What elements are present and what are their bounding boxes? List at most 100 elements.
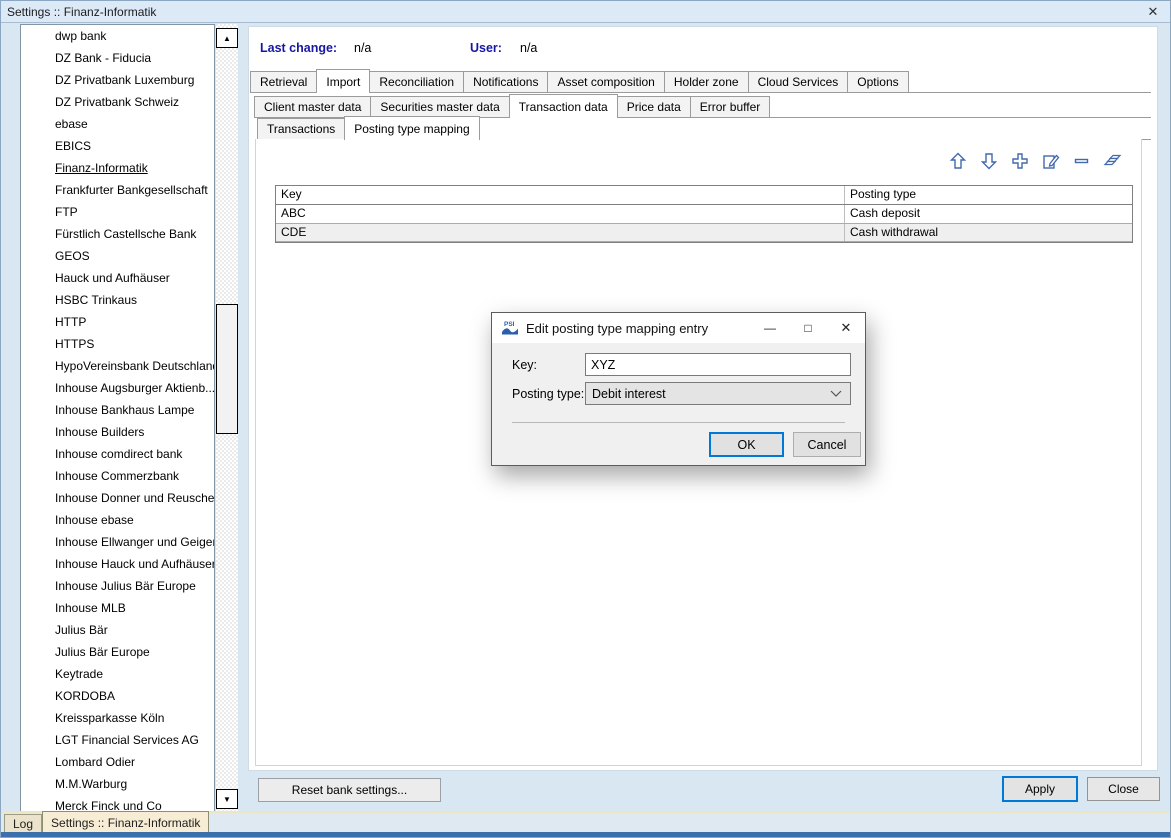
svg-text:PSI: PSI <box>504 321 515 328</box>
copy-icon[interactable] <box>1103 151 1123 171</box>
psi-app-icon: PSI <box>501 320 519 336</box>
tab-level3[interactable]: Posting type mapping <box>344 116 479 140</box>
dialog-close-icon[interactable]: ✕ <box>827 313 865 343</box>
column-header-key[interactable]: Key <box>276 186 844 204</box>
user-value: n/a <box>520 41 537 55</box>
dialog-title: Edit posting type mapping entry <box>526 321 708 336</box>
bank-list-item[interactable]: Keytrade <box>21 663 214 685</box>
tab-level1[interactable]: Options <box>847 71 908 92</box>
bank-list-item[interactable]: Julius Bär Europe <box>21 641 214 663</box>
tab-level1[interactable]: Reconciliation <box>369 71 464 92</box>
bank-list: dwp bank DZ Bank - Fiducia DZ Privatbank… <box>20 24 215 813</box>
tab-level2[interactable]: Error buffer <box>690 96 770 117</box>
scroll-down-icon[interactable]: ▼ <box>216 789 238 809</box>
ok-button[interactable]: OK <box>709 432 784 457</box>
bank-list-item[interactable]: dwp bank <box>21 25 214 47</box>
bank-list-item[interactable]: DZ Privatbank Schweiz <box>21 91 214 113</box>
table-body: ABC Cash deposit CDE Cash withdrawal <box>276 205 1132 242</box>
posting-type-dropdown[interactable]: Debit interest <box>585 382 851 405</box>
bank-list-item[interactable]: DZ Bank - Fiducia <box>21 47 214 69</box>
posting-type-selected-value: Debit interest <box>592 387 666 401</box>
bank-list-item[interactable]: Finanz-Informatik <box>21 157 214 179</box>
bank-list-item[interactable]: Inhouse Donner und Reuschel <box>21 487 214 509</box>
tabs-level1: RetrievalImportReconciliationNotificatio… <box>250 68 1151 93</box>
tab-level1[interactable]: Holder zone <box>664 71 749 92</box>
move-down-icon[interactable] <box>979 151 999 171</box>
key-label: Key: <box>512 358 537 372</box>
table-row[interactable]: CDE Cash withdrawal <box>276 223 1132 242</box>
bank-list-item[interactable]: Frankfurter Bankgesellschaft <box>21 179 214 201</box>
posting-type-mapping-table: Key Posting type ABC Cash deposit CDE Ca… <box>275 185 1133 243</box>
bank-list-item[interactable]: FTP <box>21 201 214 223</box>
bank-list-item[interactable]: Inhouse Bankhaus Lampe <box>21 399 214 421</box>
edit-icon[interactable] <box>1041 151 1061 171</box>
remove-icon[interactable] <box>1072 151 1092 171</box>
tab-level1[interactable]: Notifications <box>463 71 548 92</box>
bank-list-item[interactable]: Inhouse Ellwanger und Geiger <box>21 531 214 553</box>
bank-list-item[interactable]: M.M.Warburg <box>21 773 214 795</box>
bank-list-item[interactable]: Hauck und Aufhäuser <box>21 267 214 289</box>
bank-list-item[interactable]: HSBC Trinkaus <box>21 289 214 311</box>
tab-settings-finanz-informatik[interactable]: Settings :: Finanz-Informatik <box>42 811 209 832</box>
tab-level3[interactable]: Transactions <box>257 118 345 139</box>
window-close-icon[interactable]: ✕ <box>1142 4 1164 20</box>
bank-list-item[interactable]: Inhouse Builders <box>21 421 214 443</box>
bank-list-item[interactable]: Kreissparkasse Köln <box>21 707 214 729</box>
info-row: Last change: n/a User: n/a <box>249 41 1157 57</box>
window-titlebar: Settings :: Finanz-Informatik ✕ <box>1 1 1170 23</box>
last-change-label: Last change: <box>260 41 337 55</box>
tab-level1[interactable]: Cloud Services <box>748 71 849 92</box>
bank-list-item[interactable]: HTTP <box>21 311 214 333</box>
key-input[interactable] <box>585 353 851 376</box>
bank-list-item[interactable]: Inhouse MLB <box>21 597 214 619</box>
dialog-separator <box>512 422 845 423</box>
bank-list-item[interactable]: GEOS <box>21 245 214 267</box>
table-header-row: Key Posting type <box>276 186 1132 205</box>
bank-list-item[interactable]: LGT Financial Services AG <box>21 729 214 751</box>
bank-list-item[interactable]: Inhouse ebase <box>21 509 214 531</box>
bank-list-item[interactable]: HTTPS <box>21 333 214 355</box>
bank-list-scrollbar[interactable]: ▲ ▼ <box>216 24 238 813</box>
tab-level2[interactable]: Transaction data <box>509 94 618 118</box>
scrollbar-thumb[interactable] <box>216 304 238 434</box>
dialog-body: Key: Posting type: Debit interest OK Can… <box>492 343 865 466</box>
bank-list-item[interactable]: ebase <box>21 113 214 135</box>
bank-list-item[interactable]: DZ Privatbank Luxemburg <box>21 69 214 91</box>
cancel-button[interactable]: Cancel <box>793 432 861 457</box>
tab-level1[interactable]: Import <box>316 69 370 93</box>
dialog-maximize-icon[interactable]: □ <box>789 313 827 343</box>
bank-list-item[interactable]: Fürstlich Castellsche Bank <box>21 223 214 245</box>
tab-level2[interactable]: Securities master data <box>370 96 509 117</box>
column-header-posting-type[interactable]: Posting type <box>844 186 1132 204</box>
bottom-tabbar: Log Settings :: Finanz-Informatik <box>1 811 1170 837</box>
tab-level1[interactable]: Retrieval <box>250 71 317 92</box>
close-button[interactable]: Close <box>1087 777 1160 801</box>
settings-window: Settings :: Finanz-Informatik ✕ dwp bank… <box>0 0 1171 838</box>
bank-list-item[interactable]: Inhouse Commerzbank <box>21 465 214 487</box>
bank-list-item[interactable]: Inhouse Julius Bär Europe <box>21 575 214 597</box>
bank-list-item[interactable]: Lombard Odier <box>21 751 214 773</box>
scroll-up-icon[interactable]: ▲ <box>216 28 238 48</box>
bank-list-item[interactable]: Inhouse Hauck und Aufhäuser <box>21 553 214 575</box>
bank-list-item[interactable]: HypoVereinsbank Deutschland <box>21 355 214 377</box>
user-label: User: <box>470 41 502 55</box>
posting-type-label: Posting type: <box>512 387 584 401</box>
dialog-minimize-icon[interactable]: — <box>751 313 789 343</box>
bank-list-item[interactable]: Julius Bär <box>21 619 214 641</box>
apply-button[interactable]: Apply <box>1002 776 1078 802</box>
bank-list-item[interactable]: Inhouse Augsburger Aktienb... <box>21 377 214 399</box>
window-title: Settings :: Finanz-Informatik <box>7 5 156 19</box>
bank-list-item[interactable]: EBICS <box>21 135 214 157</box>
table-row[interactable]: ABC Cash deposit <box>276 205 1132 223</box>
tab-level2[interactable]: Client master data <box>254 96 371 117</box>
tab-level2[interactable]: Price data <box>617 96 691 117</box>
bank-list-item[interactable]: Inhouse comdirect bank <box>21 443 214 465</box>
move-up-icon[interactable] <box>948 151 968 171</box>
edit-posting-type-mapping-dialog: PSI Edit posting type mapping entry — □ … <box>491 312 866 466</box>
bank-list-item[interactable]: KORDOBA <box>21 685 214 707</box>
reset-bank-settings-button[interactable]: Reset bank settings... <box>258 778 441 802</box>
tab-log[interactable]: Log <box>4 814 42 832</box>
add-icon[interactable] <box>1010 151 1030 171</box>
bottom-blue-bar <box>1 832 1170 837</box>
tab-level1[interactable]: Asset composition <box>547 71 664 92</box>
